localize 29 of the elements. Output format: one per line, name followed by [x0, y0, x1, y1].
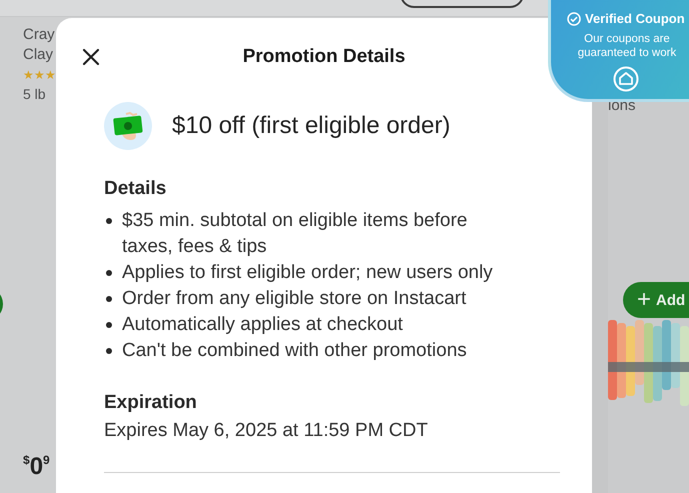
detail-text: Order from any eligible store on Instacart [122, 287, 468, 311]
money-icon [104, 102, 152, 150]
product-price: $^{$}$0$^{9}$ [23, 453, 50, 481]
bullet-icon [106, 348, 112, 354]
section-heading: Expiration [104, 392, 198, 414]
product-title: Cray [23, 25, 55, 45]
badge-title: Verified Coupon [585, 11, 685, 26]
section-heading: Details [104, 178, 168, 200]
badge-text: Our coupons are guaranteed to work [576, 32, 678, 60]
check-icon [567, 12, 581, 26]
star-rating: ★★★ [23, 68, 56, 82]
bullet-icon [106, 218, 112, 224]
product-title: Clay [23, 45, 54, 65]
promotion-headline: $10 off (first eligible order) [172, 112, 450, 140]
product-subtitle: ions [608, 97, 637, 114]
bullet-icon [106, 296, 112, 302]
dialog-title: Promotion Details [242, 46, 406, 68]
bullet-icon [106, 270, 112, 276]
close-button[interactable] [80, 46, 102, 68]
bullet-icon [106, 322, 112, 328]
expiration-text: Expires May 6, 2025 at 11:59 PM CDT [104, 420, 429, 442]
close-icon [82, 48, 100, 66]
house-icon [613, 66, 639, 92]
detail-text: $35 min. subtotal on eligible items before taxes, fees & tips [122, 209, 468, 259]
detail-text: Automatically applies at checkout [122, 313, 404, 337]
product-size: 5 lb [23, 86, 46, 102]
detail-text: Applies to first eligible order; new users only [122, 261, 494, 285]
detail-text: Can't be combined with other promotions [122, 339, 468, 363]
add-button[interactable]: + Add [623, 282, 689, 318]
